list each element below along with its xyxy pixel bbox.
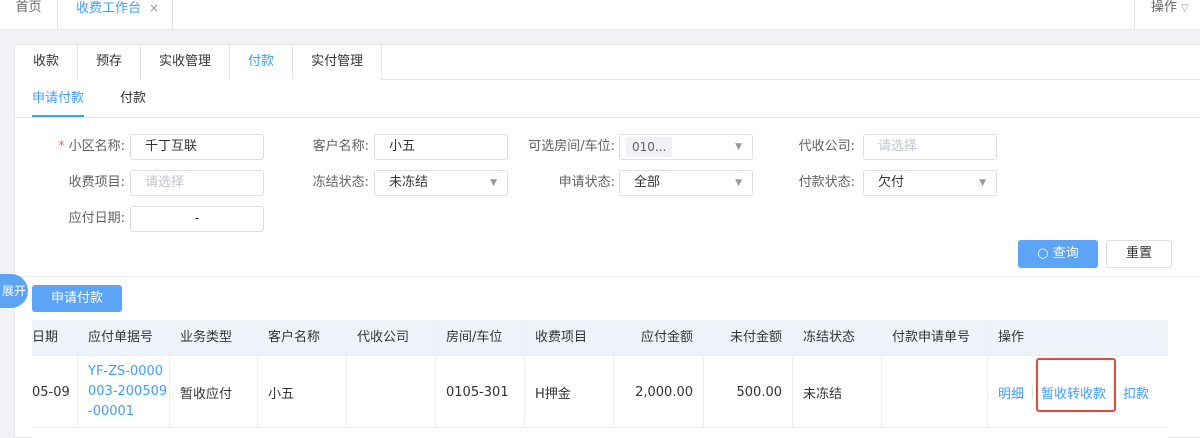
tab-paid-management[interactable]: 实付管理 [293, 45, 383, 80]
search-icon: ○ [1037, 246, 1049, 261]
col-date: 日期 [22, 320, 78, 356]
col-doc-no: 应付单据号 [78, 320, 170, 356]
doc-no-line-1: YF-ZS-0000 [88, 364, 164, 379]
apply-payment-button[interactable]: 申请付款 [32, 285, 122, 312]
cell-agent [347, 356, 436, 428]
query-button-label: 查询 [1052, 246, 1079, 261]
tab-fee-workbench-label: 收费工作台 [76, 1, 142, 16]
operations-menu[interactable]: 操作 ▽ [1134, 0, 1200, 30]
col-item: 收费项目 [525, 320, 614, 356]
apply-status-select[interactable]: 全部 ▼ [619, 170, 753, 196]
agent-label: 代收公司: [798, 139, 855, 154]
divider [15, 117, 1200, 118]
col-biz-type: 业务类型 [170, 320, 258, 356]
customer-label: 客户名称: [312, 139, 369, 154]
chevron-down-icon: ▼ [490, 178, 497, 188]
freeze-select[interactable]: 未冻结 ▼ [374, 170, 508, 196]
cell-room: 0105-301 [436, 356, 525, 428]
sub-tabs: 申请付款 付款 [32, 91, 182, 117]
item-select[interactable]: 请选择 [130, 170, 264, 196]
col-apply-no: 付款申请单号 [882, 320, 988, 356]
col-room: 房间/车位 [436, 320, 525, 356]
highlight-box [1036, 358, 1116, 412]
cell-freeze: 未冻结 [793, 356, 882, 428]
table-row: 05-09 YF-ZS-0000 003-200509 -00001 暂收应付 … [32, 356, 1168, 428]
room-label: 可选房间/车位: [528, 139, 615, 154]
col-customer: 客户名称 [258, 320, 347, 356]
chevron-down-icon: ▼ [735, 142, 742, 152]
pay-status-value: 欠付 [878, 175, 905, 190]
col-freeze: 冻结状态 [793, 320, 882, 356]
subtab-payment[interactable]: 付款 [120, 91, 146, 117]
doc-no-link[interactable]: YF-ZS-0000 003-200509 -00001 [88, 362, 167, 422]
main-tabs: 收款 预存 实收管理 付款 实付管理 [15, 45, 1200, 80]
col-agent: 代收公司 [347, 320, 436, 356]
tab-prestore[interactable]: 预存 [78, 45, 142, 80]
top-tab-bar: 首页 收费工作台 × 操作 ▽ [0, 0, 1200, 30]
cell-apply-no [882, 356, 988, 428]
cell-date: 05-09 [0, 356, 78, 428]
deduct-link[interactable]: 扣款 [1123, 383, 1149, 402]
apply-status-label: 申请状态: [558, 175, 615, 190]
cell-biz-type: 暂收应付 [170, 356, 258, 428]
doc-no-line-3: -00001 [88, 404, 135, 419]
reset-button[interactable]: 重置 [1106, 240, 1172, 268]
chevron-down-icon: ▼ [979, 178, 986, 188]
separator [1032, 386, 1034, 398]
freeze-label: 冻结状态: [312, 175, 369, 190]
operations-label: 操作 [1151, 0, 1178, 15]
cell-payable: 2,000.00 [614, 356, 704, 428]
tab-payment[interactable]: 付款 [230, 45, 294, 80]
doc-no-line-2: 003-200509 [88, 384, 168, 399]
apply-status-value: 全部 [634, 175, 661, 190]
required-mark: * [58, 139, 65, 154]
agent-select[interactable]: 请选择 [863, 134, 997, 160]
tab-fee-workbench[interactable]: 收费工作台 × [58, 0, 173, 30]
cell-unpaid: 500.00 [704, 356, 793, 428]
detail-link[interactable]: 明细 [998, 383, 1024, 402]
tab-collection[interactable]: 收款 [15, 45, 79, 80]
tab-received-management[interactable]: 实收管理 [141, 45, 231, 80]
query-button[interactable]: ○ 查询 [1018, 240, 1098, 268]
col-payable: 应付金额 [614, 320, 704, 356]
pay-status-select[interactable]: 欠付 ▼ [863, 170, 997, 196]
cell-item: H押金 [525, 356, 614, 428]
community-input[interactable]: 千丁互联 [130, 134, 264, 160]
table-header: 日期 应付单据号 业务类型 客户名称 代收公司 房间/车位 收费项目 应付金额 … [32, 320, 1168, 356]
date-separator: - [194, 211, 200, 226]
close-icon[interactable]: × [149, 1, 159, 15]
cell-customer: 小五 [258, 356, 347, 428]
chevron-down-icon: ▽ [1181, 3, 1189, 14]
cell-doc-no: YF-ZS-0000 003-200509 -00001 [78, 356, 170, 428]
community-label-text: 小区名称: [68, 139, 125, 154]
room-select[interactable]: 010... ▼ [619, 134, 753, 160]
customer-input[interactable]: 小五 [374, 134, 508, 160]
freeze-value: 未冻结 [389, 175, 429, 190]
pay-status-label: 付款状态: [798, 175, 855, 190]
chevron-down-icon: ▼ [735, 178, 742, 188]
col-unpaid: 未付金额 [704, 320, 793, 356]
item-label: 收费项目: [68, 175, 125, 190]
date-label: 应付日期: [68, 211, 125, 226]
table-row-partial [32, 428, 1168, 438]
divider [15, 276, 1200, 277]
subtab-apply-payment[interactable]: 申请付款 [32, 91, 85, 117]
col-ops: 操作 [998, 330, 1025, 345]
date-range-picker[interactable]: - [130, 206, 264, 232]
tab-home[interactable]: 首页 [0, 0, 58, 30]
community-label: * 小区名称: [35, 134, 125, 160]
room-tag[interactable]: 010... [626, 137, 673, 157]
